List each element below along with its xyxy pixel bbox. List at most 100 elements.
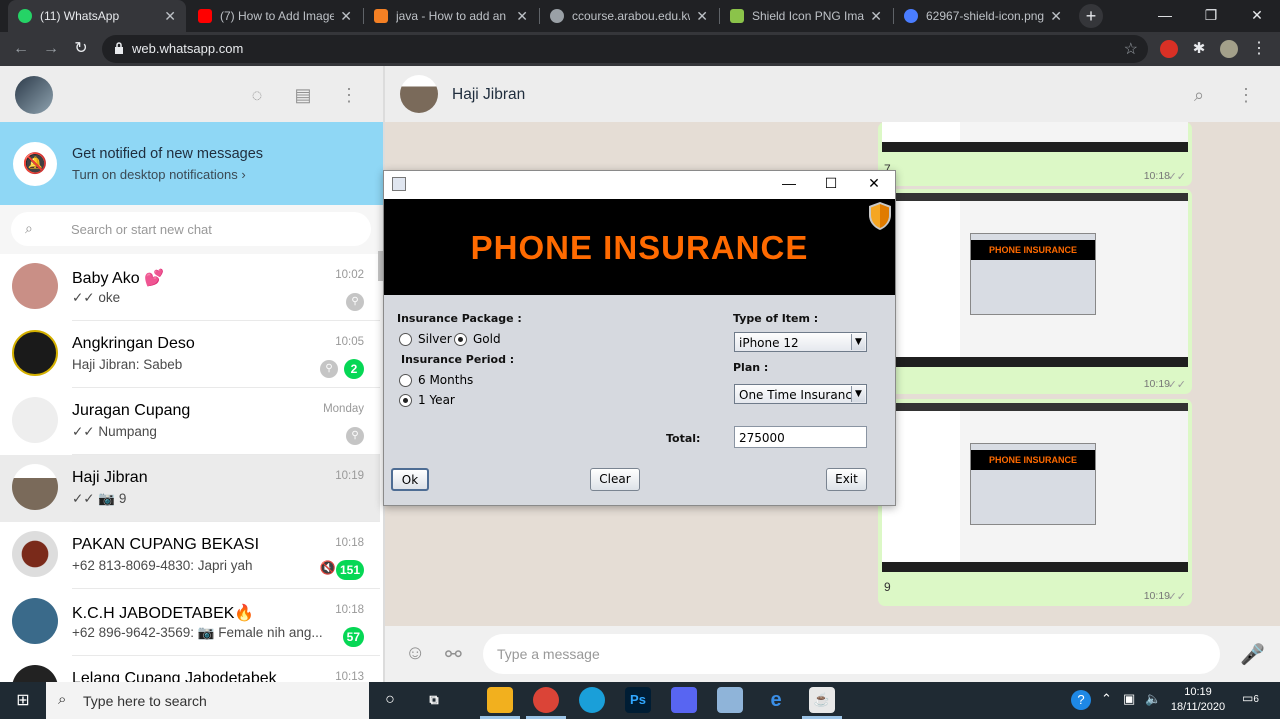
plan-dropdown[interactable]: One Time Insurance ▼ [734, 384, 867, 404]
tab-whatsapp[interactable]: (11) WhatsApp ✕ [8, 0, 186, 32]
chat-item[interactable]: Juragan Cupang ✓✓ Numpang Monday ⚲ [0, 388, 380, 455]
new-tab-button[interactable]: + [1079, 4, 1103, 28]
restore-window-button[interactable]: ❐ [1188, 0, 1234, 32]
my-avatar[interactable] [15, 76, 53, 114]
conversation-header[interactable]: Haji Jibran ⌕ ⋮ [385, 66, 1280, 122]
notification-banner[interactable]: 🔕 Get notified of new messages Turn on d… [0, 122, 383, 205]
minimize-window-button[interactable]: — [1142, 0, 1188, 32]
chat-name: Angkringan Deso [72, 335, 195, 352]
close-tab-icon[interactable]: ✕ [340, 8, 352, 25]
tab-stackoverflow[interactable]: java - How to add an im ✕ [364, 0, 538, 32]
chrome-icon[interactable] [533, 687, 559, 713]
chat-item[interactable]: Baby Ako 💕 ✓✓ oke 10:02 ⚲ [0, 254, 380, 321]
chat-item[interactable]: Lelang Cupang Jabodetabek 10:13 [0, 656, 380, 682]
taskbar-clock[interactable]: 10:19 18/11/2020 [1168, 685, 1228, 715]
dialog-titlebar[interactable]: — ☐ ✕ [384, 171, 895, 199]
dialog-minimize-button[interactable]: — [774, 175, 804, 191]
six-months-radio[interactable]: 6 Months [399, 373, 473, 387]
search-input[interactable]: ⌕ Search or start new chat [11, 212, 371, 246]
ok-button[interactable]: Ok [391, 468, 429, 491]
help-icon[interactable]: ? [1071, 690, 1091, 710]
reload-icon[interactable]: ↻ [70, 38, 92, 60]
browser-menu-icon[interactable]: ⋮ [1250, 40, 1268, 58]
virtualbox-icon[interactable] [717, 687, 743, 713]
cortana-icon[interactable]: ○ [377, 687, 403, 713]
close-tab-icon[interactable]: ✕ [164, 8, 176, 25]
screenshot-image[interactable] [882, 122, 1188, 152]
chat-last-message: +62 896-9642-3569: 📷 Female nih ang... [72, 625, 323, 640]
discord-icon[interactable] [671, 687, 697, 713]
item-type-label: Type of Item : [733, 312, 819, 325]
exit-button[interactable]: Exit [826, 468, 867, 491]
tab-shield-icon-png[interactable]: Shield Icon PNG Image ✕ [720, 0, 892, 32]
tab-youtube[interactable]: (7) How to Add Image t ✕ [188, 0, 362, 32]
chat-sidebar: ◌ ▤ ⋮ 🔕 Get notified of new messages Tur… [0, 66, 384, 682]
total-field[interactable]: 275000 [734, 426, 867, 448]
search-icon[interactable]: ⌕ [1188, 84, 1210, 106]
chevron-up-icon[interactable]: ⌃ [1101, 691, 1112, 707]
close-tab-icon[interactable]: ✕ [516, 8, 528, 25]
one-year-radio[interactable]: 1 Year [399, 393, 455, 407]
clear-button[interactable]: Clear [590, 468, 640, 491]
screenshot-image[interactable]: PHONE INSURANCE [882, 403, 1188, 572]
muted-icon: 🔇 [319, 560, 336, 575]
tab-shield-image[interactable]: 62967-shield-icon.png ✕ [894, 0, 1072, 32]
action-center-icon[interactable]: ▭6 [1242, 691, 1259, 705]
globe-icon [550, 9, 564, 23]
emoji-icon[interactable]: ☺ [405, 642, 425, 665]
attach-icon[interactable]: ⚯ [445, 642, 462, 667]
stackoverflow-icon [374, 9, 388, 23]
chat-item[interactable]: K.C.H JABODETABEK🔥 +62 896-9642-3569: 📷 … [0, 589, 380, 656]
screenshot-image[interactable]: PHONE INSURANCE [882, 193, 1188, 367]
menu-icon[interactable]: ⋮ [1235, 84, 1257, 106]
enable-notifications-link[interactable]: Turn on desktop notifications › [72, 167, 246, 182]
contact-avatar[interactable] [400, 75, 438, 113]
close-tab-icon[interactable]: ✕ [696, 8, 708, 25]
taskbar-search[interactable]: ⌕ Type here to search [46, 682, 369, 719]
address-bar[interactable]: web.whatsapp.com ☆ [102, 35, 1148, 63]
volume-icon[interactable]: 🔈 [1145, 691, 1161, 707]
item-type-dropdown[interactable]: iPhone 12 ▼ [734, 332, 867, 352]
java-icon[interactable]: ☕ [809, 687, 835, 713]
clock-date: 18/11/2020 [1170, 701, 1226, 713]
extensions-puzzle-icon[interactable]: ✱ [1190, 40, 1208, 58]
task-view-icon[interactable]: ⧉ [421, 687, 447, 713]
microphone-icon[interactable]: 🎤 [1240, 642, 1265, 667]
avatar [12, 531, 58, 577]
chat-item-selected[interactable]: Haji Jibran ✓✓ 📷 9 10:19 [0, 455, 380, 522]
tab-ccourse[interactable]: ccourse.arabou.edu.kw ✕ [540, 0, 718, 32]
gold-radio[interactable]: Gold [454, 332, 501, 346]
image-message[interactable]: PHONE INSURANCE 10:19 ✓✓ [878, 189, 1192, 394]
dialog-maximize-button[interactable]: ☐ [816, 175, 846, 192]
windows-start-icon[interactable]: ⊞ [0, 682, 46, 719]
photoshop-icon[interactable]: Ps [625, 687, 651, 713]
bookmark-star-icon[interactable]: ☆ [1124, 39, 1138, 59]
close-window-button[interactable]: ✕ [1234, 0, 1280, 32]
chat-item[interactable]: PAKAN CUPANG BEKASI +62 813-8069-4830: J… [0, 522, 380, 589]
forward-icon[interactable]: → [40, 38, 62, 60]
close-tab-icon[interactable]: ✕ [1050, 8, 1062, 25]
edge-icon[interactable] [579, 687, 605, 713]
whatsapp-icon [18, 9, 32, 23]
dialog-close-button[interactable]: ✕ [859, 175, 889, 192]
close-tab-icon[interactable]: ✕ [870, 8, 882, 25]
mini-dialog: PHONE INSURANCE [970, 233, 1096, 315]
chat-last-message: ✓✓ oke [72, 290, 121, 305]
profile-avatar[interactable] [1220, 40, 1238, 58]
image-message[interactable]: PHONE INSURANCE 9 10:19 ✓✓ [878, 399, 1192, 606]
shield-icon [869, 202, 891, 230]
chevron-down-icon: ▼ [851, 334, 865, 350]
file-explorer-icon[interactable] [487, 687, 513, 713]
insurance-banner: PHONE INSURANCE [384, 199, 895, 295]
chat-item[interactable]: Angkringan Deso Haji Jibran: Sabeb 10:05… [0, 321, 380, 388]
internet-explorer-icon[interactable]: e [763, 687, 789, 713]
network-icon[interactable]: ▣ [1123, 691, 1135, 707]
status-icon[interactable]: ◌ [246, 84, 268, 106]
new-chat-icon[interactable]: ▤ [292, 84, 314, 106]
menu-icon[interactable]: ⋮ [338, 84, 360, 106]
image-message[interactable]: 7 10:18 ✓✓ [878, 122, 1192, 186]
message-input[interactable]: Type a message [483, 634, 1220, 674]
back-icon[interactable]: ← [10, 38, 32, 60]
silver-radio[interactable]: Silver [399, 332, 452, 346]
extension-icon[interactable] [1160, 40, 1178, 58]
